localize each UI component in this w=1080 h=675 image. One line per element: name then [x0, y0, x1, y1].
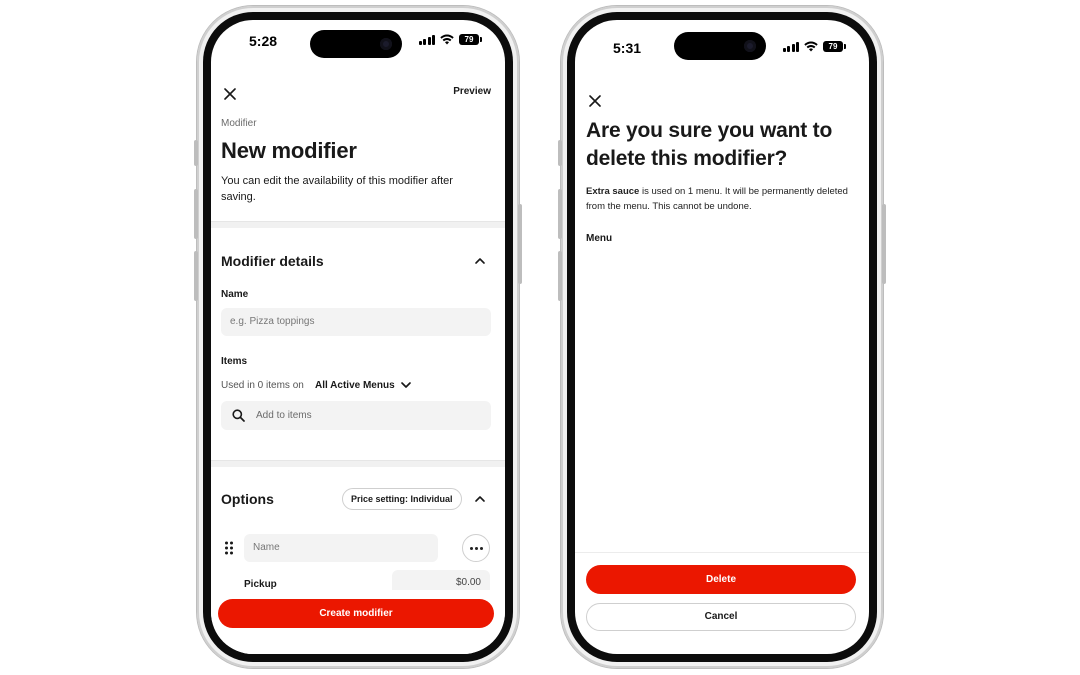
modifier-details-heading: Modifier details: [221, 253, 324, 269]
menu-selector-label: All Active Menus: [315, 379, 395, 391]
price-setting-pill[interactable]: Price setting: Individual: [342, 488, 462, 510]
eyebrow-label: Modifier: [221, 118, 257, 129]
create-modifier-button[interactable]: Create modifier: [218, 599, 494, 628]
items-field-label: Items: [221, 356, 248, 367]
camera-icon: [744, 40, 756, 52]
menu-selector-dropdown[interactable]: All Active Menus: [315, 379, 412, 391]
preview-link[interactable]: Preview: [453, 86, 491, 97]
close-button[interactable]: [220, 84, 240, 104]
modifier-name-bold: Extra sauce: [586, 186, 640, 197]
options-heading: Options: [221, 491, 274, 507]
footer-divider: [575, 552, 869, 553]
phone-left: 5:28 79 Preview Modifier New modifier Yo…: [194, 6, 522, 668]
status-icons: 79: [782, 41, 846, 52]
menu-heading: Menu: [586, 233, 613, 244]
phone-right: 5:31 79 Are you sure you want to delete …: [558, 6, 886, 668]
chevron-up-icon[interactable]: [473, 254, 487, 268]
battery-icon: 79: [459, 34, 482, 45]
name-field-label: Name: [221, 289, 249, 300]
power-button: [518, 204, 522, 284]
status-bar: 5:28 79: [211, 20, 505, 64]
status-bar: 5:31 79: [575, 20, 869, 64]
stage: 5:28 79 Preview Modifier New modifier Yo…: [0, 0, 1080, 675]
search-placeholder: Add to items: [256, 410, 312, 421]
dynamic-island: [310, 30, 402, 58]
status-time: 5:31: [613, 40, 642, 56]
status-time: 5:28: [249, 33, 278, 49]
wifi-icon: [804, 41, 818, 52]
screen-new-modifier: 5:28 79 Preview Modifier New modifier Yo…: [211, 20, 505, 654]
drag-handle-icon[interactable]: [224, 541, 234, 555]
option-more-button[interactable]: [462, 534, 490, 562]
battery-icon: 79: [823, 41, 846, 52]
action-button: [194, 140, 198, 166]
cancel-button[interactable]: Cancel: [586, 603, 856, 631]
option-name-input[interactable]: Name: [244, 534, 438, 562]
modifier-name-input[interactable]: e.g. Pizza toppings: [221, 308, 491, 336]
screen-delete-confirmation: 5:31 79 Are you sure you want to delete …: [575, 20, 869, 654]
close-icon: [589, 95, 601, 107]
chevron-down-icon: [400, 382, 411, 388]
delete-button[interactable]: Delete: [586, 565, 856, 594]
items-used-in-text: Used in 0 items on: [221, 380, 304, 391]
confirm-title: Are you sure you want to delete this mod…: [586, 119, 833, 170]
pickup-label: Pickup: [244, 579, 277, 590]
cellular-signal-icon: [782, 41, 799, 52]
close-icon: [224, 88, 236, 100]
close-button[interactable]: [585, 91, 605, 111]
volume-down-button: [194, 251, 198, 301]
volume-down-button: [558, 251, 562, 301]
action-button: [558, 140, 562, 166]
confirm-body: Extra sauce is used on 1 menu. It will b…: [586, 185, 848, 214]
wifi-icon: [440, 34, 454, 45]
camera-icon: [380, 38, 392, 50]
power-button: [882, 204, 886, 284]
cellular-signal-icon: [418, 34, 435, 45]
search-icon: [232, 409, 245, 422]
add-items-search-input[interactable]: Add to items: [221, 401, 491, 430]
section-divider: [211, 460, 505, 467]
page-title: New modifier: [221, 138, 357, 163]
section-divider: [211, 221, 505, 228]
volume-up-button: [558, 189, 562, 239]
page-subtitle: You can edit the availability of this mo…: [221, 175, 453, 203]
dynamic-island: [674, 32, 766, 60]
chevron-up-icon[interactable]: [473, 492, 487, 506]
status-icons: 79: [418, 34, 482, 45]
volume-up-button: [194, 189, 198, 239]
